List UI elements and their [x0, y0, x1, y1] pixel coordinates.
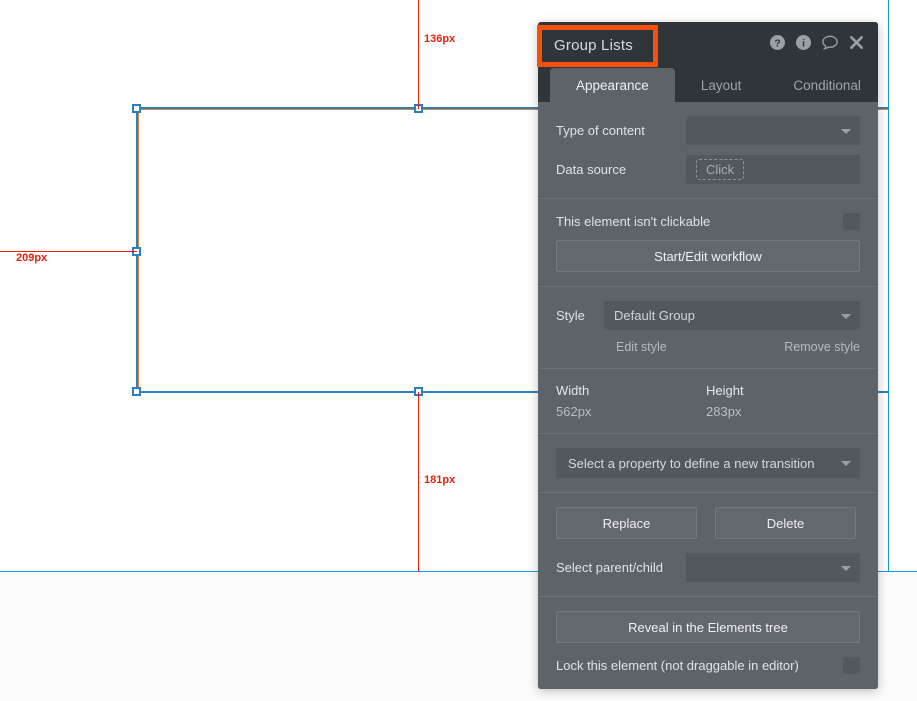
data-source-row: Data source Click: [556, 155, 860, 184]
type-of-content-label: Type of content: [556, 123, 645, 138]
measurement-line-bottom: [418, 392, 419, 572]
transition-section: Select a property to define a new transi…: [538, 434, 878, 493]
style-row: Style Default Group: [556, 301, 860, 330]
element-actions-section: Replace Delete Select parent/child: [538, 493, 878, 597]
lock-checkbox[interactable]: [843, 657, 860, 674]
data-source-input[interactable]: Click: [686, 155, 860, 184]
remove-style-link[interactable]: Remove style: [784, 340, 860, 354]
replace-button[interactable]: Replace: [556, 507, 697, 539]
panel-body: Type of content Data source Click This e: [538, 102, 878, 689]
close-icon[interactable]: [849, 35, 864, 55]
chevron-down-icon: [841, 461, 851, 466]
tab-conditional[interactable]: Conditional: [767, 68, 878, 102]
clickable-row: This element isn't clickable: [556, 213, 860, 230]
transition-dropdown[interactable]: Select a property to define a new transi…: [556, 448, 860, 478]
measurement-line-top: [418, 0, 419, 109]
height-field[interactable]: Height 283px: [706, 383, 856, 419]
panel-title: Group Lists: [554, 36, 633, 54]
workflow-section: This element isn't clickable Start/Edit …: [538, 199, 878, 287]
lock-label: Lock this element (not draggable in edit…: [556, 658, 799, 673]
start-edit-workflow-button[interactable]: Start/Edit workflow: [556, 240, 860, 272]
type-of-content-dropdown[interactable]: [686, 116, 860, 145]
svg-text:i: i: [802, 38, 805, 49]
transition-placeholder: Select a property to define a new transi…: [568, 455, 815, 471]
dimensions-section: Width 562px Height 283px: [538, 369, 878, 434]
width-field[interactable]: Width 562px: [556, 383, 706, 419]
measurement-label-bottom: 181px: [424, 474, 456, 486]
clickable-label: This element isn't clickable: [556, 214, 711, 229]
parent-child-row: Select parent/child: [556, 553, 860, 582]
parent-child-dropdown[interactable]: [686, 553, 860, 582]
lock-row: Lock this element (not draggable in edit…: [556, 657, 860, 674]
content-section: Type of content Data source Click: [538, 102, 878, 199]
type-of-content-row: Type of content: [556, 116, 860, 145]
height-value: 283px: [706, 404, 742, 419]
chevron-down-icon: [841, 565, 851, 571]
parent-child-label: Select parent/child: [556, 560, 663, 575]
delete-button[interactable]: Delete: [715, 507, 856, 539]
width-label: Width: [556, 383, 590, 398]
reveal-lock-section: Reveal in the Elements tree Lock this el…: [538, 597, 878, 688]
info-icon[interactable]: i: [796, 35, 811, 55]
data-source-label: Data source: [556, 162, 627, 177]
replace-delete-row: Replace Delete: [556, 507, 860, 539]
clickable-checkbox[interactable]: [843, 213, 860, 230]
property-editor-panel[interactable]: Group Lists ? i Appearance Layout Condit…: [538, 22, 878, 689]
measurement-label-top: 136px: [424, 33, 456, 45]
help-icon[interactable]: ?: [770, 35, 785, 55]
editor-screen: 136px 209px 181px Group Lists ? i Appear…: [0, 0, 917, 701]
resize-handle-bottom-left[interactable]: [132, 387, 141, 396]
style-links: Edit style Remove style: [556, 340, 860, 354]
chevron-down-icon: [841, 313, 851, 319]
style-dropdown[interactable]: Default Group: [604, 301, 860, 330]
panel-header-icons: ? i: [770, 35, 864, 55]
svg-text:?: ?: [774, 38, 780, 49]
tab-appearance[interactable]: Appearance: [550, 68, 675, 102]
data-source-placeholder: Click: [696, 159, 745, 180]
style-section: Style Default Group Edit style Remove st…: [538, 287, 878, 369]
style-label: Style: [556, 308, 585, 323]
height-label: Height: [706, 383, 744, 398]
resize-handle-top-left[interactable]: [132, 104, 141, 113]
reveal-in-elements-tree-button[interactable]: Reveal in the Elements tree: [556, 611, 860, 643]
style-value: Default Group: [614, 308, 695, 323]
panel-header: Group Lists ? i: [538, 22, 878, 68]
tab-layout[interactable]: Layout: [675, 68, 768, 102]
comment-icon[interactable]: [822, 35, 838, 55]
page-right-guide: [888, 0, 889, 572]
width-value: 562px: [556, 404, 592, 419]
measurement-label-left: 209px: [16, 252, 48, 264]
chevron-down-icon: [841, 128, 851, 134]
edit-style-link[interactable]: Edit style: [616, 340, 667, 354]
panel-tabs[interactable]: Appearance Layout Conditional: [538, 68, 878, 102]
